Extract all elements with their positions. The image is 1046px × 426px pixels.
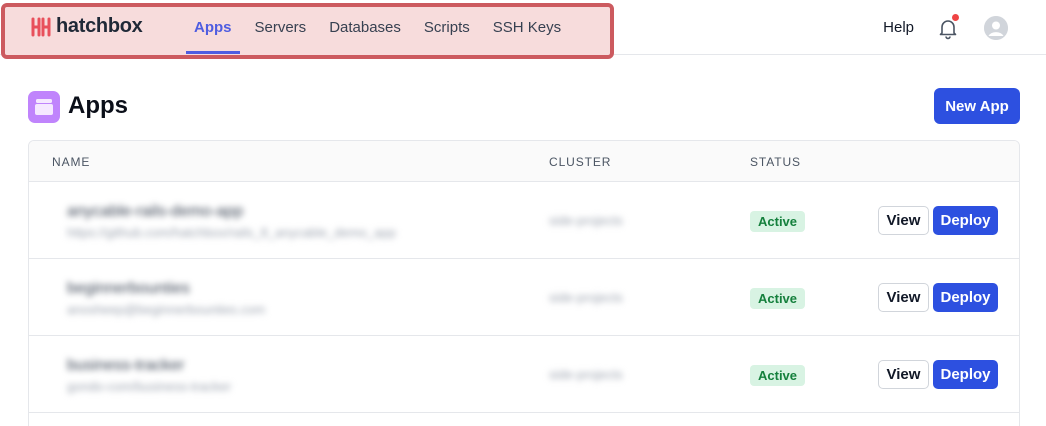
user-avatar[interactable] — [984, 15, 1008, 40]
app-repository: https://github.com/hatchbox/rails_8_anyc… — [67, 225, 396, 240]
apps-icon — [28, 91, 60, 123]
nav-item-apps[interactable]: Apps — [186, 0, 240, 55]
app-cluster: side-projects — [549, 213, 623, 228]
deploy-button[interactable]: Deploy — [933, 283, 998, 312]
apps-table: NAME CLUSTER STATUS anycable-rails-demo-… — [28, 140, 1020, 426]
view-button[interactable]: View — [878, 360, 929, 389]
deploy-button[interactable]: Deploy — [933, 360, 998, 389]
nav-item-scripts[interactable]: Scripts — [416, 0, 478, 55]
status-badge: Active — [750, 288, 806, 309]
brand-name: hatchbox — [56, 15, 143, 37]
status-badge: Active — [750, 365, 806, 386]
nav-item-servers[interactable]: Servers — [247, 0, 315, 55]
column-header-status: STATUS — [750, 155, 801, 169]
column-header-name: NAME — [52, 155, 91, 169]
app-name[interactable]: anycable-rails-demo-app — [67, 203, 243, 221]
new-app-button[interactable]: New App — [934, 88, 1020, 124]
help-link[interactable]: Help — [883, 19, 914, 36]
page-header: Apps New App — [28, 88, 1020, 124]
table-row: anycable-rails-demo-app https://github.c… — [29, 182, 1019, 259]
table-row: business-tracker gondo-com/business-trac… — [29, 336, 1019, 413]
nav-item-databases[interactable]: Databases — [321, 0, 409, 55]
app-cluster: side-projects — [549, 367, 623, 382]
table-row: beginnerbounties anosheep@beginnerbounti… — [29, 259, 1019, 336]
deploy-button[interactable]: Deploy — [933, 206, 998, 235]
top-navigation-bar: hatchbox Apps Servers Databases Scripts … — [0, 0, 1046, 59]
nav-item-ssh-keys[interactable]: SSH Keys — [485, 0, 569, 55]
main-nav: Apps Servers Databases Scripts SSH Keys — [186, 0, 576, 55]
page-title: Apps — [68, 92, 128, 119]
hatchbox-logo[interactable]: hatchbox — [30, 15, 143, 38]
hatchbox-logo-icon — [31, 17, 51, 36]
notifications-button[interactable] — [936, 13, 960, 40]
app-repository: anosheep@beginnerbounties.com — [67, 302, 266, 317]
table-header: NAME CLUSTER STATUS — [29, 141, 1019, 182]
app-repository: gondo-com/business-tracker — [67, 379, 232, 394]
column-header-cluster: CLUSTER — [549, 155, 612, 169]
view-button[interactable]: View — [878, 206, 929, 235]
notification-dot — [952, 13, 959, 21]
app-name[interactable]: beginnerbounties — [67, 280, 190, 298]
app-cluster: side-projects — [549, 290, 623, 305]
app-name[interactable]: business-tracker — [67, 357, 184, 375]
account-nav: Help — [883, 0, 1008, 55]
status-badge: Active — [750, 211, 806, 232]
user-icon — [984, 15, 1008, 40]
view-button[interactable]: View — [878, 283, 929, 312]
